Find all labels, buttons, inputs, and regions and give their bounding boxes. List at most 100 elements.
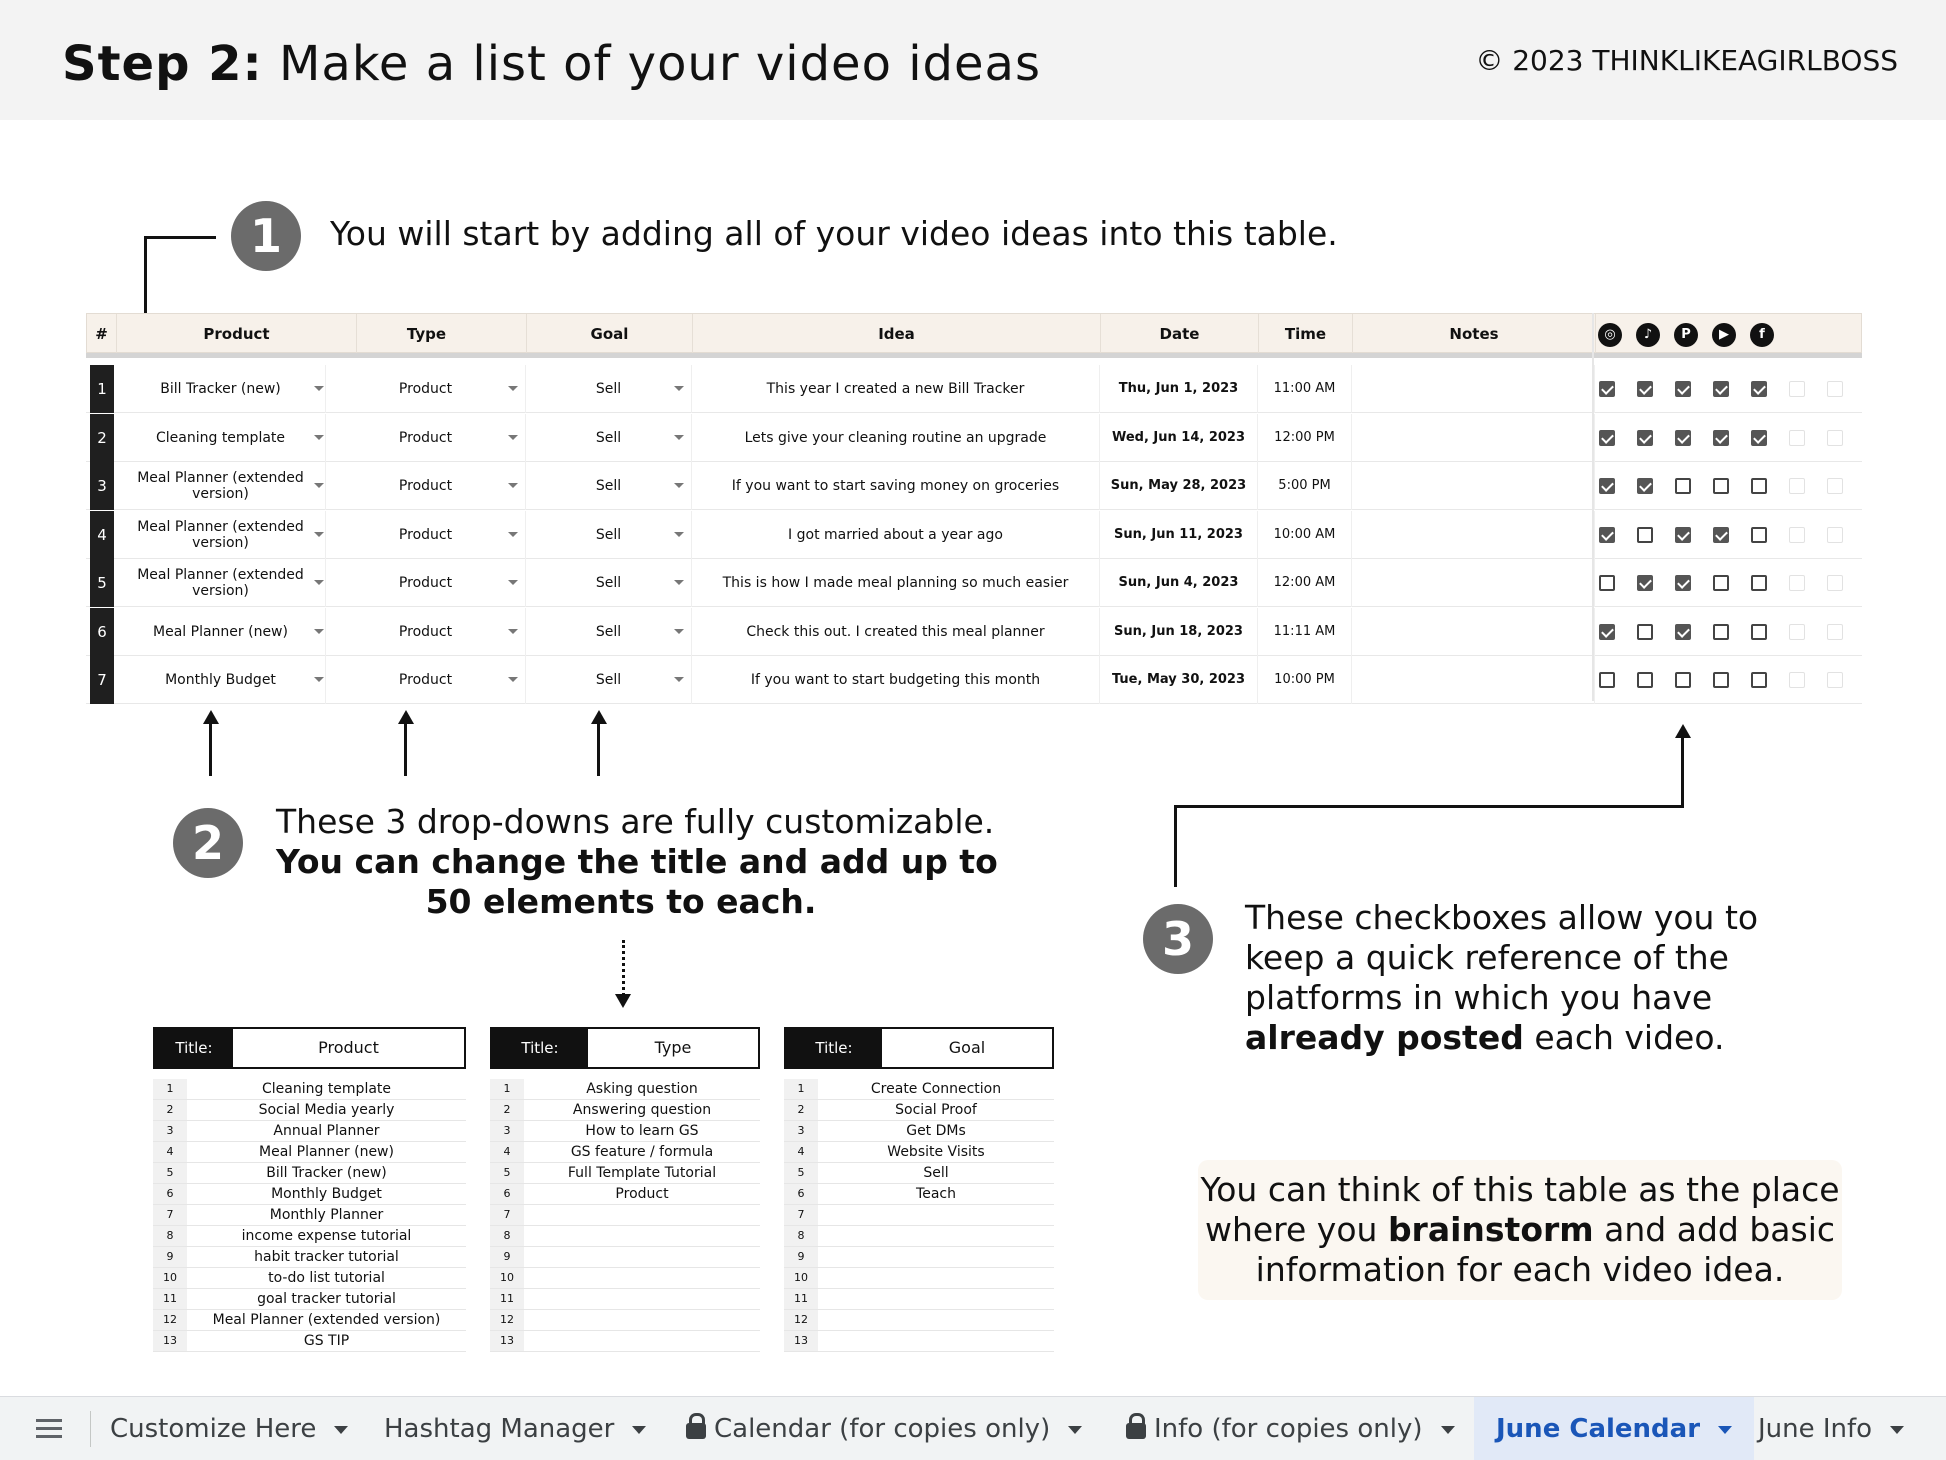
header-goal[interactable]: Goal (527, 314, 693, 354)
chevron-down-icon[interactable] (314, 386, 324, 391)
idea-cell[interactable]: Check this out. I created this meal plan… (692, 607, 1100, 656)
platform-checkbox-empty[interactable] (1789, 381, 1805, 397)
platform-checkbox[interactable] (1599, 575, 1615, 591)
option-value[interactable] (818, 1331, 1054, 1351)
chevron-down-icon[interactable] (674, 434, 684, 440)
platform-checkbox[interactable] (1713, 429, 1729, 446)
goal-dropdown[interactable]: Sell (526, 413, 692, 462)
platform-checkbox[interactable] (1599, 526, 1615, 543)
goal-dropdown[interactable]: Sell (526, 607, 692, 656)
platform-checkbox[interactable] (1637, 623, 1653, 640)
platform-checkbox[interactable] (1599, 623, 1615, 640)
date-cell[interactable]: Tue, May 30, 2023 (1100, 656, 1258, 704)
time-cell[interactable]: 11:11 AM (1258, 607, 1352, 656)
platform-checkbox[interactable] (1675, 381, 1691, 397)
option-value[interactable]: Bill Tracker (new) (187, 1163, 466, 1183)
option-value[interactable] (524, 1268, 760, 1288)
option-value[interactable]: Meal Planner (new) (187, 1142, 466, 1162)
option-value[interactable] (524, 1226, 760, 1246)
platform-checkbox-empty[interactable] (1827, 478, 1843, 494)
time-cell[interactable]: 5:00 PM (1258, 462, 1352, 510)
option-value[interactable]: Teach (818, 1184, 1054, 1204)
chevron-down-icon[interactable] (674, 580, 684, 585)
time-cell[interactable]: 10:00 PM (1258, 656, 1352, 704)
idea-cell[interactable]: If you want to start saving money on gro… (692, 462, 1100, 510)
option-value[interactable]: Cleaning template (187, 1079, 466, 1099)
chevron-down-icon[interactable] (314, 483, 324, 488)
tab-customize-here[interactable]: Customize Here (92, 1397, 366, 1460)
platform-checkbox-empty[interactable] (1827, 526, 1843, 543)
chevron-down-icon[interactable] (508, 677, 518, 682)
notes-cell[interactable] (1352, 559, 1595, 607)
platform-checkbox-empty[interactable] (1789, 672, 1805, 688)
platform-checkbox-empty[interactable] (1827, 575, 1843, 591)
product-dropdown[interactable]: Meal Planner (extended version) (116, 462, 326, 510)
platform-checkbox[interactable] (1675, 623, 1691, 640)
option-value[interactable]: income expense tutorial (187, 1226, 466, 1246)
option-value[interactable]: Social Media yearly (187, 1100, 466, 1120)
option-value[interactable] (524, 1247, 760, 1267)
platform-checkbox[interactable] (1637, 672, 1653, 688)
date-cell[interactable]: Sun, Jun 18, 2023 (1100, 607, 1258, 656)
notes-cell[interactable] (1352, 607, 1595, 656)
option-value[interactable]: Monthly Budget (187, 1184, 466, 1204)
option-value[interactable] (818, 1247, 1054, 1267)
date-cell[interactable]: Sun, May 28, 2023 (1100, 462, 1258, 510)
notes-cell[interactable] (1352, 413, 1595, 462)
chevron-down-icon[interactable] (632, 1425, 647, 1434)
chevron-down-icon[interactable] (1890, 1425, 1905, 1434)
chevron-down-icon[interactable] (1718, 1425, 1733, 1434)
option-value[interactable]: habit tracker tutorial (187, 1247, 466, 1267)
notes-cell[interactable] (1352, 656, 1595, 704)
option-value[interactable]: GS feature / formula (524, 1142, 760, 1162)
platform-checkbox[interactable] (1675, 526, 1691, 543)
chevron-down-icon[interactable] (508, 580, 518, 585)
platform-checkbox[interactable] (1713, 478, 1729, 494)
platform-checkbox[interactable] (1637, 478, 1653, 494)
platform-checkbox-empty[interactable] (1789, 575, 1805, 591)
option-value[interactable] (524, 1310, 760, 1330)
option-value[interactable]: Website Visits (818, 1142, 1054, 1162)
platform-checkbox[interactable] (1675, 478, 1691, 494)
option-value[interactable]: Social Proof (818, 1100, 1054, 1120)
goal-dropdown[interactable]: Sell (526, 510, 692, 559)
chevron-down-icon[interactable] (674, 483, 684, 488)
idea-cell[interactable]: I got married about a year ago (692, 510, 1100, 559)
platform-checkbox[interactable] (1713, 381, 1729, 397)
type-dropdown[interactable]: Product (326, 462, 526, 510)
type-dropdown[interactable]: Product (326, 559, 526, 607)
platform-checkbox[interactable] (1599, 381, 1615, 397)
product-dropdown[interactable]: Meal Planner (extended version) (116, 510, 326, 559)
chevron-down-icon[interactable] (674, 677, 684, 682)
platform-checkbox[interactable] (1675, 429, 1691, 446)
type-dropdown[interactable]: Product (326, 656, 526, 704)
type-dropdown[interactable]: Product (326, 510, 526, 559)
platform-checkbox-empty[interactable] (1789, 478, 1805, 494)
option-value[interactable]: Create Connection (818, 1079, 1054, 1099)
tab-calendar-copies[interactable]: Calendar (for copies only) (668, 1397, 1100, 1460)
date-cell[interactable]: Sun, Jun 4, 2023 (1100, 559, 1258, 607)
type-dropdown[interactable]: Product (326, 413, 526, 462)
platform-checkbox[interactable] (1713, 526, 1729, 543)
platform-checkbox-empty[interactable] (1827, 429, 1843, 446)
chevron-down-icon[interactable] (1068, 1425, 1083, 1434)
date-cell[interactable]: Thu, Jun 1, 2023 (1100, 365, 1258, 413)
platform-checkbox[interactable] (1713, 623, 1729, 640)
product-dropdown[interactable]: Monthly Budget (116, 656, 326, 704)
platform-checkbox[interactable] (1751, 575, 1767, 591)
notes-cell[interactable] (1352, 462, 1595, 510)
option-value[interactable]: GS TIP (187, 1331, 466, 1351)
platform-checkbox[interactable] (1713, 672, 1729, 688)
header-type[interactable]: Type (327, 314, 527, 354)
type-dropdown[interactable]: Product (326, 607, 526, 656)
date-cell[interactable]: Wed, Jun 14, 2023 (1100, 413, 1258, 462)
option-value[interactable] (524, 1205, 760, 1225)
option-value[interactable] (524, 1331, 760, 1351)
platform-checkbox[interactable] (1713, 575, 1729, 591)
option-value[interactable] (818, 1289, 1054, 1309)
platform-checkbox[interactable] (1675, 672, 1691, 688)
platform-checkbox-empty[interactable] (1789, 623, 1805, 640)
chevron-down-icon[interactable] (1440, 1425, 1455, 1434)
title-value[interactable]: Product (233, 1029, 464, 1067)
option-value[interactable]: goal tracker tutorial (187, 1289, 466, 1309)
